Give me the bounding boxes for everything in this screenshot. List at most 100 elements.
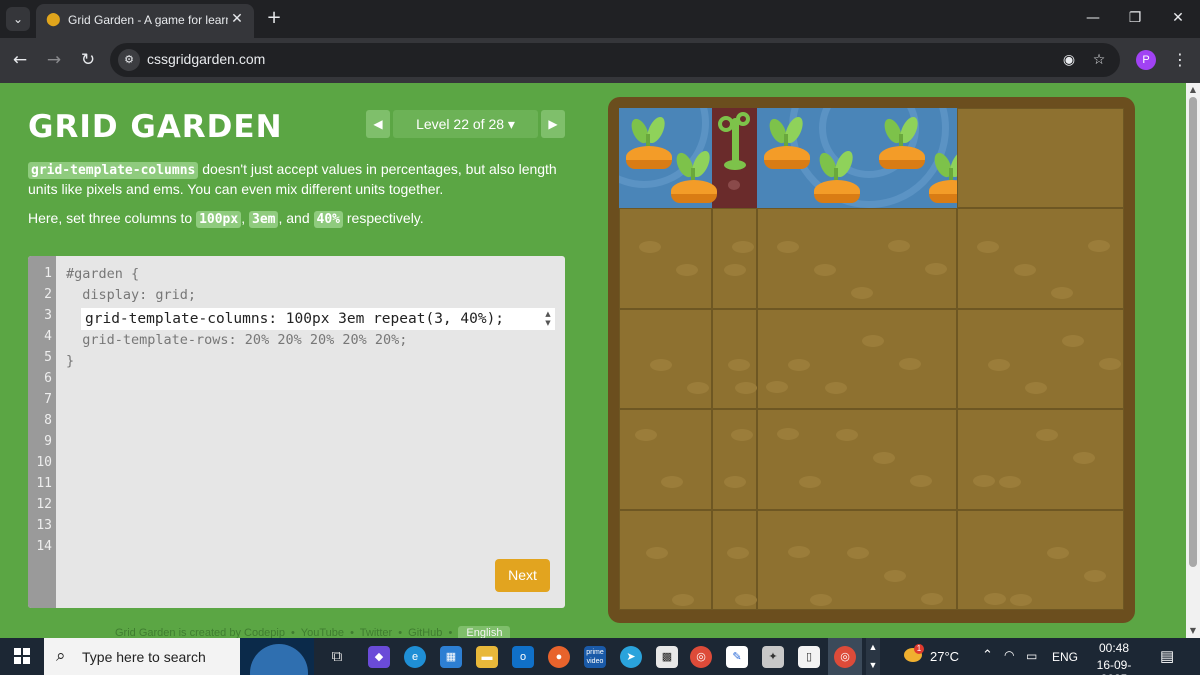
file-explorer-icon[interactable]: ▬ bbox=[476, 646, 498, 668]
soil-pebble bbox=[646, 546, 668, 559]
youtube-link[interactable]: YouTube bbox=[301, 627, 344, 638]
next-button[interactable]: Next bbox=[495, 559, 550, 592]
window-close-button[interactable]: ✕ bbox=[1163, 6, 1193, 30]
soil-pebble bbox=[888, 240, 910, 253]
minimize-button[interactable]: — bbox=[1078, 6, 1108, 30]
soil-pebble bbox=[1010, 593, 1032, 606]
soil-pebble bbox=[766, 380, 788, 393]
page-scrollbar[interactable]: ▲ ▼ bbox=[1186, 83, 1200, 638]
edge-browser-icon[interactable]: e bbox=[404, 646, 426, 668]
soil-pebble bbox=[735, 593, 757, 606]
show-hidden-icons-chevron-icon[interactable]: ⌃ bbox=[982, 647, 993, 667]
garden-cell bbox=[712, 409, 757, 510]
temperature-text[interactable]: 27°C bbox=[930, 649, 959, 667]
tab-search-chevron-icon[interactable]: ⌄ bbox=[6, 7, 30, 31]
input-language[interactable]: ENG bbox=[1052, 650, 1078, 668]
garden-cell bbox=[757, 409, 957, 510]
previous-level-arrow-icon[interactable]: ◀ bbox=[366, 110, 390, 138]
soil-pebble bbox=[814, 264, 836, 277]
outlook-icon[interactable]: o bbox=[512, 646, 534, 668]
garden-cell bbox=[712, 308, 757, 410]
line-number: 4 bbox=[44, 329, 52, 344]
wifi-icon[interactable]: ◠ bbox=[1004, 648, 1014, 668]
reload-icon[interactable]: ↻ bbox=[76, 48, 100, 72]
carrot-icon bbox=[809, 148, 865, 208]
garden-cell bbox=[957, 208, 1124, 309]
scrollbar-thumb[interactable] bbox=[1189, 97, 1197, 567]
firefox-icon[interactable]: ● bbox=[548, 646, 570, 668]
restore-button[interactable]: ❐ bbox=[1120, 6, 1150, 30]
windows-start-icon[interactable] bbox=[14, 648, 30, 664]
garden-board bbox=[608, 97, 1135, 623]
soil-pebble bbox=[847, 546, 869, 559]
bookmark-star-icon[interactable]: ☆ bbox=[1088, 49, 1110, 71]
footer-separator: • bbox=[291, 627, 295, 638]
browser-menu-icon[interactable]: ⋮ bbox=[1170, 48, 1190, 72]
garden-cell bbox=[619, 208, 712, 309]
line-number: 10 bbox=[36, 455, 52, 470]
chrome-profile-icon[interactable]: ◎ bbox=[834, 646, 856, 668]
telegram-icon[interactable]: ➤ bbox=[620, 646, 642, 668]
soil-pebble bbox=[977, 241, 999, 254]
footer-separator: • bbox=[398, 627, 403, 638]
css-answer-input[interactable] bbox=[81, 308, 555, 330]
soil-pebble bbox=[777, 241, 799, 254]
task-view-icon[interactable]: ⧉ bbox=[326, 646, 348, 668]
grid-garden-favicon-icon: ⬤ bbox=[46, 12, 61, 27]
line-number: 9 bbox=[44, 434, 52, 449]
clock-date[interactable]: 16-09-2025 bbox=[1084, 658, 1144, 675]
url-text[interactable]: cssgridgarden.com bbox=[147, 51, 265, 67]
garden-cell bbox=[712, 509, 757, 610]
taskbar-search-box[interactable]: ⌕ Type here to search bbox=[44, 638, 314, 675]
tray-scroll-arrows-icon[interactable]: ▲ ▼ bbox=[866, 638, 880, 675]
soil-pebble bbox=[687, 381, 709, 394]
next-level-arrow-icon[interactable]: ▶ bbox=[541, 110, 565, 138]
language-selector[interactable]: English bbox=[458, 626, 511, 638]
soil-pebble bbox=[724, 264, 746, 277]
microsoft-store-icon[interactable]: ▦ bbox=[440, 646, 462, 668]
file-icon[interactable]: ▯ bbox=[798, 646, 820, 668]
bird-app-icon[interactable]: ✦ bbox=[762, 646, 784, 668]
chrome-icon[interactable]: ◎ bbox=[690, 646, 712, 668]
new-tab-button[interactable]: + bbox=[263, 7, 285, 29]
soil-pebble bbox=[973, 475, 995, 488]
battery-icon[interactable]: ▭ bbox=[1026, 649, 1037, 669]
level-selector[interactable]: Level 22 of 28 ▾ bbox=[393, 110, 538, 138]
soil-pebble bbox=[1088, 240, 1110, 253]
line-number: 14 bbox=[36, 539, 52, 554]
level-navigation: ◀ Level 22 of 28 ▾ ▶ bbox=[366, 110, 565, 138]
qr-scanner-icon[interactable]: ▩ bbox=[656, 646, 678, 668]
address-bar[interactable]: ⚙ cssgridgarden.com ◉ ☆ bbox=[110, 43, 1120, 77]
copilot-icon[interactable]: ◆ bbox=[368, 646, 390, 668]
github-link[interactable]: GitHub bbox=[408, 627, 442, 638]
back-arrow-icon[interactable]: ← bbox=[8, 48, 32, 72]
garden-cell bbox=[619, 308, 712, 410]
profile-avatar[interactable]: P bbox=[1136, 50, 1156, 70]
soil-pebble bbox=[728, 358, 750, 371]
clock-time[interactable]: 00:48 bbox=[1086, 641, 1142, 657]
notifications-icon[interactable]: ▤ bbox=[1160, 647, 1174, 667]
weather-widget[interactable]: 1 bbox=[900, 638, 932, 675]
twitter-link[interactable]: Twitter bbox=[360, 627, 392, 638]
tracking-protection-eye-icon[interactable]: ◉ bbox=[1058, 49, 1080, 71]
forward-arrow-icon[interactable]: → bbox=[42, 48, 66, 72]
soil-pebble bbox=[672, 593, 694, 606]
page-title: GRID GARDEN bbox=[28, 109, 283, 145]
prime-video-icon[interactable]: prime video bbox=[584, 646, 606, 668]
weed-curl bbox=[718, 116, 734, 132]
soil-pebble bbox=[1062, 334, 1084, 347]
browser-tab[interactable]: ⬤ Grid Garden - A game for learn ✕ bbox=[36, 4, 254, 38]
soil-pebble bbox=[650, 358, 672, 371]
line-number-gutter: 1 2 3 4 5 6 7 8 9 10 11 12 13 14 bbox=[28, 256, 56, 608]
garden-cell bbox=[957, 308, 1124, 410]
footer-credit-link[interactable]: Grid Garden is created by Codepip bbox=[115, 627, 285, 638]
line-number: 12 bbox=[36, 497, 52, 512]
scroll-up-arrow-icon[interactable]: ▲ bbox=[1188, 85, 1198, 95]
notes-app-icon[interactable]: ✎ bbox=[726, 646, 748, 668]
soil-pebble bbox=[788, 545, 810, 558]
scroll-down-arrow-icon[interactable]: ▼ bbox=[1188, 626, 1198, 636]
separator-text: , bbox=[241, 210, 249, 226]
tab-close-icon[interactable]: ✕ bbox=[228, 10, 246, 28]
site-info-icon[interactable]: ⚙ bbox=[118, 49, 140, 71]
soil-pebble bbox=[731, 429, 753, 442]
